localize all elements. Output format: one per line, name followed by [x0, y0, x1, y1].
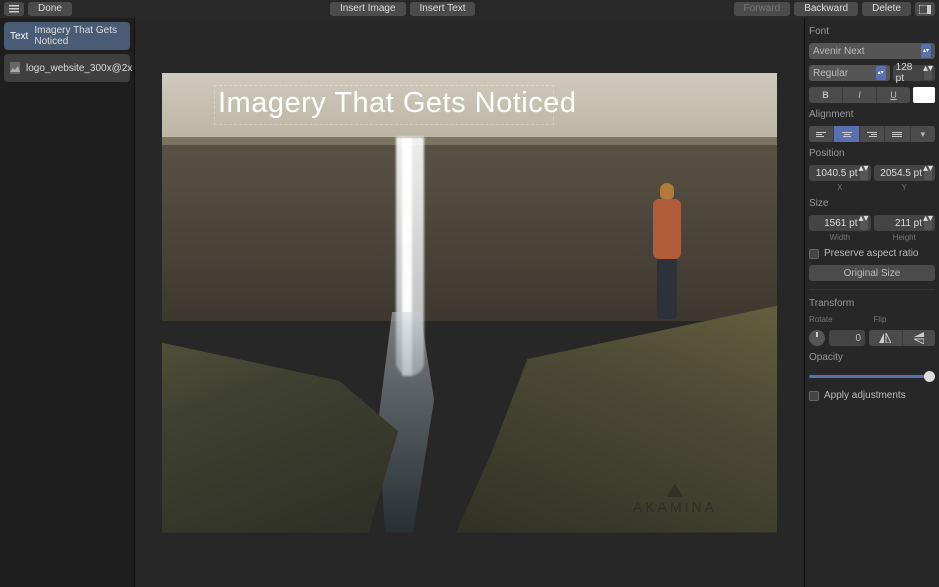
watermark-logo: AKAMINA	[633, 483, 717, 515]
width-field[interactable]: 1561 pt▴▾	[809, 215, 871, 231]
apply-adjustments-checkbox-row[interactable]: Apply adjustments	[809, 390, 935, 401]
text-color-swatch[interactable]	[913, 87, 935, 103]
font-weight-select[interactable]: Regular ▴▾	[809, 65, 890, 81]
insert-image-button[interactable]: Insert Image	[330, 2, 406, 16]
italic-button[interactable]: I	[843, 87, 877, 103]
original-size-button[interactable]: Original Size	[809, 265, 935, 281]
chevron-updown-icon: ▴▾	[876, 66, 886, 80]
done-button[interactable]: Done	[28, 2, 72, 16]
canvas[interactable]: AKAMINA Imagery That Gets Noticed	[162, 73, 777, 533]
align-left-button[interactable]	[809, 126, 834, 142]
stepper-icon[interactable]: ▴▾	[860, 166, 868, 180]
font-section-label: Font	[809, 26, 935, 37]
height-field[interactable]: 211 pt▴▾	[874, 215, 936, 231]
insert-text-button[interactable]: Insert Text	[410, 2, 476, 16]
inspector-panel: Font Avenir Next ▴▾ Regular ▴▾ 128 pt ▴▾…	[805, 18, 939, 587]
stepper-icon[interactable]: ▴▾	[860, 216, 868, 230]
layer-label: Imagery That Gets Noticed	[34, 25, 124, 47]
layer-item-image[interactable]: logo_website_300x@2x	[4, 54, 130, 82]
chevron-down-icon: ▾	[921, 129, 926, 140]
flip-horizontal-button[interactable]	[869, 330, 903, 346]
layer-label: logo_website_300x@2x	[26, 63, 132, 74]
background-photo: AKAMINA	[162, 73, 777, 533]
bold-button[interactable]: B	[809, 87, 843, 103]
stepper-icon[interactable]: ▴▾	[924, 216, 932, 230]
align-justify-button[interactable]	[885, 126, 910, 142]
align-center-button[interactable]	[834, 126, 859, 142]
flip-h-icon	[879, 333, 891, 343]
font-size-field[interactable]: 128 pt ▴▾	[893, 65, 935, 81]
chevron-updown-icon: ▴▾	[921, 44, 931, 58]
preserve-aspect-checkbox-row[interactable]: Preserve aspect ratio	[809, 248, 935, 259]
image-icon	[10, 64, 20, 72]
layer-thumbnail	[10, 62, 20, 74]
stepper-icon[interactable]: ▴▾	[924, 166, 932, 180]
align-right-icon	[867, 132, 877, 137]
align-more-button[interactable]: ▾	[911, 126, 935, 142]
canvas-area[interactable]: AKAMINA Imagery That Gets Noticed	[134, 18, 805, 587]
inspector-toggle-button[interactable]	[915, 2, 935, 16]
layers-toggle-button[interactable]	[4, 2, 24, 16]
align-left-icon	[816, 132, 826, 137]
transform-section-label: Transform	[809, 298, 935, 309]
rotate-field[interactable]: 0	[829, 330, 865, 346]
checkbox-icon[interactable]	[809, 391, 819, 401]
position-section-label: Position	[809, 148, 935, 159]
slider-thumb[interactable]	[924, 371, 935, 382]
layers-panel: Text Imagery That Gets Noticed logo_webs…	[0, 18, 134, 587]
flip-vertical-button[interactable]	[903, 330, 936, 346]
layer-item-text[interactable]: Text Imagery That Gets Noticed	[4, 22, 130, 50]
forward-button[interactable]: Forward	[734, 2, 791, 16]
backward-button[interactable]: Backward	[794, 2, 858, 16]
position-x-field[interactable]: 1040.5 pt▴▾	[809, 165, 871, 181]
checkbox-icon[interactable]	[809, 249, 819, 259]
font-family-select[interactable]: Avenir Next ▴▾	[809, 43, 935, 59]
layer-type-badge: Text	[10, 31, 28, 42]
size-section-label: Size	[809, 198, 935, 209]
person-figure	[643, 183, 691, 333]
panel-icon	[919, 5, 931, 14]
opacity-slider[interactable]	[809, 375, 935, 378]
list-icon	[9, 5, 19, 13]
alignment-section-label: Alignment	[809, 109, 935, 120]
text-overlay[interactable]: Imagery That Gets Noticed	[218, 87, 577, 120]
rotate-dial[interactable]	[809, 330, 825, 346]
top-toolbar: Done Insert Image Insert Text Forward Ba…	[0, 0, 939, 18]
align-justify-icon	[892, 132, 902, 137]
underline-button[interactable]: U	[877, 87, 910, 103]
opacity-section-label: Opacity	[809, 352, 935, 363]
position-y-field[interactable]: 2054.5 pt▴▾	[874, 165, 936, 181]
align-right-button[interactable]	[860, 126, 885, 142]
delete-button[interactable]: Delete	[862, 2, 911, 16]
align-center-icon	[842, 132, 852, 137]
flip-v-icon	[914, 332, 924, 344]
stepper-icon[interactable]: ▴▾	[924, 66, 932, 80]
